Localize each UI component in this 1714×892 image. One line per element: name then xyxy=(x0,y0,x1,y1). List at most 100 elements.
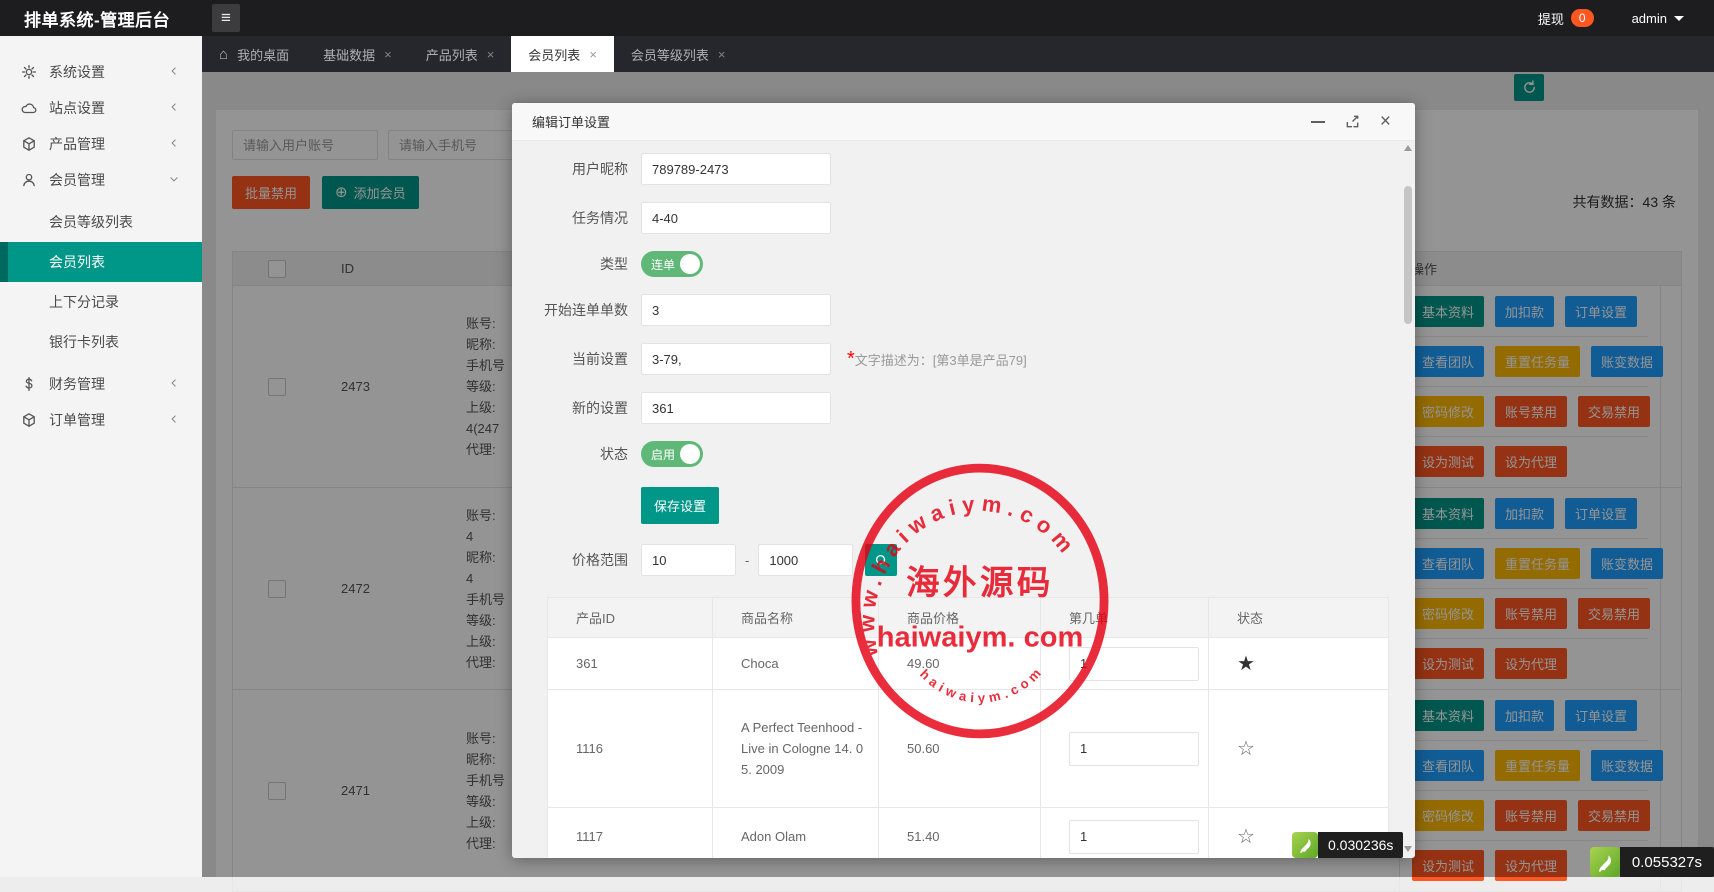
chevron-down-icon xyxy=(168,172,180,188)
dollar-icon xyxy=(21,376,37,392)
task-field[interactable] xyxy=(641,202,831,234)
modal-timing-badge: 0.030236s xyxy=(1292,832,1403,858)
chevron-left-icon xyxy=(168,64,180,80)
app-title: 排单系统-管理后台 xyxy=(0,6,202,31)
home-icon: ⌂ xyxy=(219,46,228,63)
modal-title: 编辑订单设置 xyxy=(532,112,610,131)
new-setting-field[interactable] xyxy=(641,392,831,424)
star-icon[interactable]: ☆ xyxy=(1237,826,1255,848)
product-price: 49.60 xyxy=(879,638,1041,690)
toggle-knob xyxy=(680,254,700,274)
order-number-input[interactable] xyxy=(1069,820,1199,854)
scroll-up-arrow-icon[interactable] xyxy=(1404,145,1412,151)
new-setting-label: 新的设置 xyxy=(542,398,628,418)
task-label: 任务情况 xyxy=(542,208,628,228)
maximize-icon[interactable] xyxy=(1345,114,1360,129)
column-header-status: 状态 xyxy=(1209,598,1389,638)
type-toggle[interactable]: 连单 xyxy=(641,251,703,277)
status-label: 状态 xyxy=(542,444,628,464)
thinkphp-icon xyxy=(1292,832,1318,858)
product-id: 1116 xyxy=(548,690,713,808)
star-icon[interactable]: ★ xyxy=(1237,653,1255,675)
close-icon[interactable]: × xyxy=(1380,112,1391,131)
column-header-order-number: 第几单 xyxy=(1041,598,1209,638)
chevron-left-icon xyxy=(168,412,180,428)
page-timing-badge: 0.055327s xyxy=(1590,847,1714,877)
column-header-product-name: 商品名称 xyxy=(713,598,879,638)
nickname-label: 用户昵称 xyxy=(542,159,628,179)
save-settings-button[interactable]: 保存设置 xyxy=(641,487,719,524)
tab-member-level-list[interactable]: 会员等级列表 × xyxy=(614,36,743,72)
gear-icon xyxy=(21,64,37,80)
toggle-knob xyxy=(680,444,700,464)
product-name: Choca xyxy=(713,638,879,690)
product-name: Adon Olam xyxy=(713,808,879,859)
modal-scrollbar xyxy=(1402,141,1413,858)
price-max-field[interactable] xyxy=(758,544,853,576)
modal-body: 用户昵称 任务情况 类型 连单 开始连单单数 当前设置 *文字描述为：[第3单是… xyxy=(512,141,1415,858)
sidebar-item-order-management[interactable]: 订单管理 xyxy=(0,402,202,438)
cube-icon xyxy=(21,136,37,152)
tab-member-list[interactable]: 会员列表 × xyxy=(511,36,614,72)
thinkphp-icon xyxy=(1590,847,1620,877)
chevron-down-icon xyxy=(1674,16,1684,21)
product-id: 361 xyxy=(548,638,713,690)
product-name: A Perfect Teenhood - Live in Cologne 14.… xyxy=(713,690,879,808)
sidebar-item-system-settings[interactable]: 系统设置 xyxy=(0,54,202,90)
withdraw-link[interactable]: 提现 xyxy=(1538,9,1564,28)
sidebar-item-bank-card-list[interactable]: 银行卡列表 xyxy=(0,322,202,362)
modal-timing-text: 0.030236s xyxy=(1318,832,1403,858)
scroll-down-arrow-icon[interactable] xyxy=(1404,846,1412,852)
price-range-label: 价格范围 xyxy=(542,550,628,570)
close-icon[interactable]: × xyxy=(718,47,726,62)
sidebar-item-member-management[interactable]: 会员管理 xyxy=(0,162,202,198)
scrollbar-thumb[interactable] xyxy=(1404,186,1412,324)
close-icon[interactable]: × xyxy=(589,47,597,62)
sidebar-item-finance-management[interactable]: 财务管理 xyxy=(0,366,202,402)
star-icon[interactable]: ☆ xyxy=(1237,738,1255,760)
product-price: 50.60 xyxy=(879,690,1041,808)
price-separator: - xyxy=(745,553,749,568)
hamburger-menu-icon[interactable]: ≡ xyxy=(212,4,240,32)
page-timing-text: 0.055327s xyxy=(1620,847,1714,877)
close-icon[interactable]: × xyxy=(384,47,392,62)
nickname-field[interactable] xyxy=(641,153,831,185)
order-number-input[interactable] xyxy=(1069,647,1199,681)
cloud-icon xyxy=(21,100,37,116)
tab-desktop[interactable]: ⌂ 我的桌面 xyxy=(202,36,306,72)
current-setting-hint: *文字描述为：[第3单是产品79] xyxy=(847,348,1027,371)
minimize-icon[interactable] xyxy=(1311,121,1325,123)
user-menu[interactable]: admin xyxy=(1632,11,1684,26)
user-icon xyxy=(21,172,37,188)
order-number-input[interactable] xyxy=(1069,732,1199,766)
type-label: 类型 xyxy=(542,254,628,274)
cube-icon xyxy=(21,412,37,428)
tab-product-list[interactable]: 产品列表 × xyxy=(409,36,512,72)
sidebar-item-product-management[interactable]: 产品管理 xyxy=(0,126,202,162)
product-table-header: 产品ID 商品名称 商品价格 第几单 状态 xyxy=(548,598,1389,638)
tab-basic-data[interactable]: 基础数据 × xyxy=(306,36,409,72)
start-count-field[interactable] xyxy=(641,294,831,326)
current-setting-field[interactable] xyxy=(641,343,831,375)
price-min-field[interactable] xyxy=(641,544,736,576)
chevron-left-icon xyxy=(168,100,180,116)
modal-header: 编辑订单设置 × xyxy=(512,103,1415,141)
product-row: 1116 A Perfect Teenhood - Live in Cologn… xyxy=(548,690,1389,808)
tab-bar: ⌂ 我的桌面 基础数据 × 产品列表 × 会员列表 × 会员等级列表 × xyxy=(202,36,1714,72)
product-price: 51.40 xyxy=(879,808,1041,859)
sidebar-item-score-records[interactable]: 上下分记录 xyxy=(0,282,202,322)
sidebar: 系统设置 站点设置 产品管理 会员管理 会员等级列表 会员列表 上下分记录 银行… xyxy=(0,36,202,877)
product-row: 1117 Adon Olam 51.40 ☆ xyxy=(548,808,1389,859)
close-icon[interactable]: × xyxy=(487,47,495,62)
start-count-label: 开始连单单数 xyxy=(542,300,628,320)
price-search-button[interactable] xyxy=(865,544,897,576)
username: admin xyxy=(1632,11,1667,26)
column-header-product-id: 产品ID xyxy=(548,598,713,638)
status-toggle[interactable]: 启用 xyxy=(641,441,703,467)
current-setting-label: 当前设置 xyxy=(542,349,628,369)
sidebar-item-site-settings[interactable]: 站点设置 xyxy=(0,90,202,126)
sidebar-item-member-level-list[interactable]: 会员等级列表 xyxy=(0,202,202,242)
sidebar-item-member-list[interactable]: 会员列表 xyxy=(0,242,202,282)
product-id: 1117 xyxy=(548,808,713,859)
edit-order-settings-modal: 编辑订单设置 × 用户昵称 任务情况 类型 连单 开始连单单数 xyxy=(512,103,1415,858)
